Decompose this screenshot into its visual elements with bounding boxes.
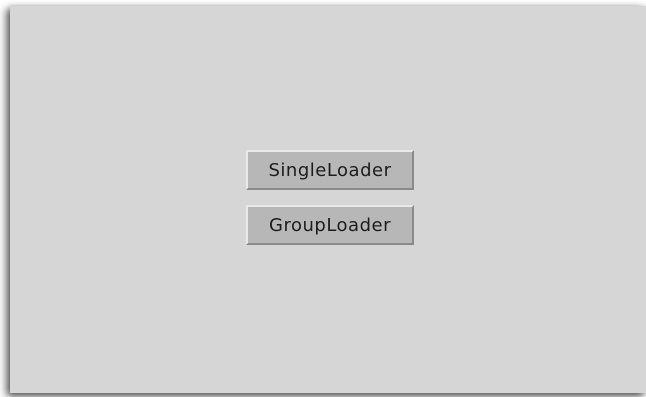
- window-background: SingleLoader GroupLoader: [0, 0, 646, 397]
- group-loader-button[interactable]: GroupLoader: [246, 205, 414, 245]
- stage-panel: SingleLoader GroupLoader: [10, 6, 646, 393]
- single-loader-button[interactable]: SingleLoader: [246, 150, 414, 190]
